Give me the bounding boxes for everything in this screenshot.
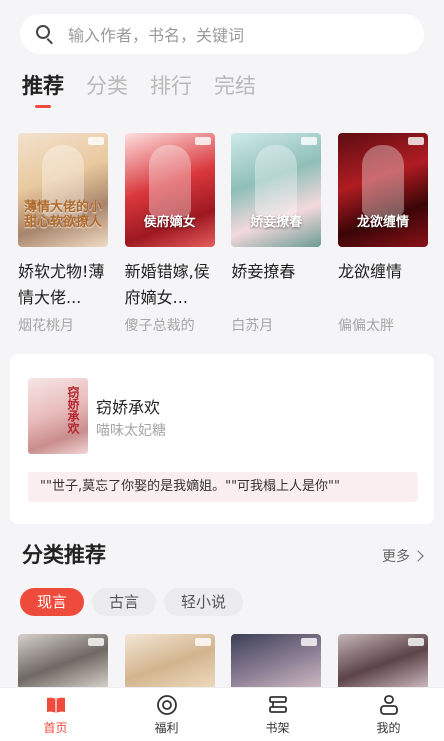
cover-title-art: 娇妾撩春 — [250, 215, 303, 231]
cover-title-art: 窃娇承欢 — [66, 386, 80, 434]
more-label: 更多 — [382, 549, 410, 565]
book-card[interactable]: 侯府嫡女 新婚错嫁,侯府嫡女... 傻子总裁的 — [124, 133, 215, 335]
bookshelf-icon — [266, 694, 290, 716]
search-bar[interactable]: 输入作者，书名，关键词 — [20, 14, 424, 54]
cover-illustration — [148, 145, 191, 217]
tab-category[interactable]: 分类 — [86, 70, 128, 108]
book-author: 烟花桃月 — [18, 318, 74, 334]
user-icon — [377, 694, 401, 716]
tab-ranking[interactable]: 排行 — [150, 70, 192, 108]
search-icon — [34, 23, 56, 45]
book-card[interactable]: 娇妾撩春 娇妾撩春 白苏月 — [231, 133, 322, 335]
featured-book-title[interactable]: 窃娇承欢 — [96, 394, 160, 418]
publisher-tag-icon — [88, 638, 104, 646]
nav-label: 我的 — [376, 720, 401, 735]
cover-title-art: 侯府嫡女 — [143, 215, 196, 231]
book-title[interactable]: 娇软尤物!薄情大佬... — [18, 259, 108, 311]
nav-item-profile[interactable]: 我的 — [349, 694, 429, 736]
recommended-book-list: 薄情大佬的小甜心软欲撩人 娇软尤物!薄情大佬... 烟花桃月 侯府嫡女 新婚错嫁… — [18, 133, 428, 335]
section-title: 分类推荐 — [22, 543, 106, 567]
book-author: 白苏月 — [231, 318, 274, 334]
bottom-nav: 首页 福利 书架 我的 — [0, 687, 444, 741]
book-open-icon — [44, 694, 68, 716]
cover-title-art: 龙欲缠情 — [356, 215, 409, 231]
nav-label: 福利 — [154, 720, 179, 735]
cover-illustration — [361, 145, 404, 217]
top-tabs: 推荐 分类 排行 完结 — [22, 70, 256, 108]
publisher-tag-icon — [194, 137, 211, 145]
book-cover[interactable]: 娇妾撩春 — [231, 133, 322, 247]
book-title[interactable]: 新婚错嫁,侯府嫡女... — [125, 259, 215, 311]
nav-item-home[interactable]: 首页 — [16, 694, 96, 736]
book-title[interactable]: 龙欲缠情 — [338, 259, 428, 311]
nav-item-bookshelf[interactable]: 书架 — [238, 694, 318, 736]
chevron-right-icon — [412, 550, 424, 562]
book-card[interactable]: 薄情大佬的小甜心软欲撩人 娇软尤物!薄情大佬... 烟花桃月 — [18, 133, 108, 335]
pill-ancient-romance[interactable]: 古言 — [92, 588, 157, 616]
book-cover[interactable]: 薄情大佬的小甜心软欲撩人 — [18, 133, 108, 247]
book-title[interactable]: 娇妾撩春 — [231, 259, 321, 311]
nav-label: 首页 — [43, 720, 68, 735]
pill-light-novel[interactable]: 轻小说 — [164, 588, 244, 616]
publisher-tag-icon — [194, 638, 211, 646]
featured-book-author: 喵味太妃糖 — [96, 423, 166, 439]
search-input[interactable]: 输入作者，书名，关键词 — [68, 22, 244, 46]
app-screen: 输入作者，书名，关键词 推荐 分类 排行 完结 薄情大佬的小甜心软欲撩人 娇软尤… — [0, 0, 444, 741]
book-cover[interactable] — [337, 634, 428, 694]
publisher-tag-icon — [407, 638, 424, 646]
nav-item-rewards[interactable]: 福利 — [127, 694, 207, 736]
book-author: 偏偏太胖 — [337, 318, 394, 334]
book-cover[interactable] — [231, 634, 322, 694]
pill-modern-romance[interactable]: 现言 — [20, 588, 85, 616]
book-cover[interactable] — [18, 634, 108, 694]
publisher-tag-icon — [88, 137, 104, 145]
tab-completed[interactable]: 完结 — [214, 70, 256, 108]
book-cover[interactable] — [124, 634, 215, 694]
nav-label: 书架 — [265, 720, 290, 735]
book-author: 傻子总裁的 — [124, 318, 195, 334]
category-book-list — [18, 634, 428, 694]
featured-book-card[interactable]: 窃娇承欢 窃娇承欢 喵味太妃糖 ""世子,莫忘了你娶的是我嫡姐。""可我榻上人是… — [10, 354, 434, 524]
more-button[interactable]: 更多 — [382, 546, 424, 566]
category-pills: 现言 古言 轻小说 — [20, 588, 244, 616]
publisher-tag-icon — [407, 137, 424, 145]
featured-book-cover[interactable]: 窃娇承欢 — [28, 378, 88, 454]
publisher-tag-icon — [301, 638, 318, 646]
cover-illustration — [255, 145, 298, 217]
tab-recommend[interactable]: 推荐 — [22, 70, 64, 108]
cover-title-art: 薄情大佬的小甜心软欲撩人 — [24, 199, 103, 231]
book-cover[interactable]: 龙欲缠情 — [337, 133, 428, 247]
publisher-tag-icon — [301, 137, 318, 145]
book-card[interactable]: 龙欲缠情 龙欲缠情 偏偏太胖 — [337, 133, 428, 335]
target-icon — [155, 694, 179, 716]
book-cover[interactable]: 侯府嫡女 — [124, 133, 215, 247]
featured-quote: ""世子,莫忘了你娶的是我嫡姐。""可我榻上人是你"" — [28, 472, 418, 502]
